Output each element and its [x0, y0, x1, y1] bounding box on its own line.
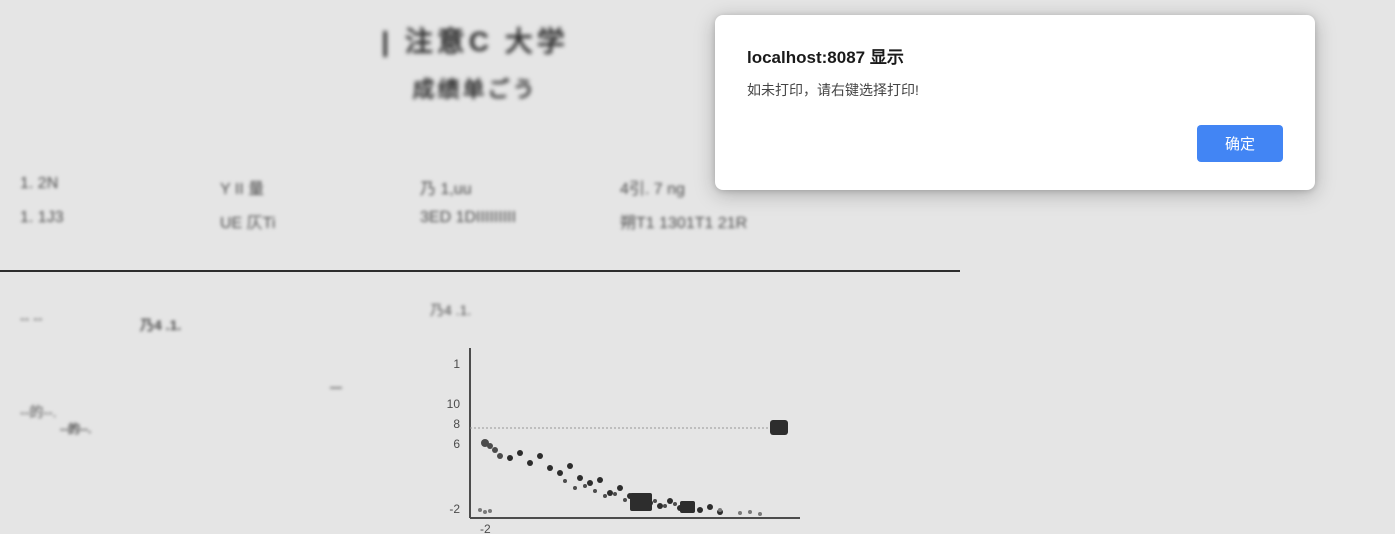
dialog-message: 如未打印，请右键选择打印!	[747, 80, 1283, 101]
confirm-button[interactable]: 确定	[1197, 125, 1283, 162]
dialog-footer: 确定	[747, 125, 1283, 162]
alert-dialog: localhost:8087 显示 如未打印，请右键选择打印! 确定	[715, 15, 1315, 190]
dialog-title: localhost:8087 显示	[747, 43, 1283, 68]
